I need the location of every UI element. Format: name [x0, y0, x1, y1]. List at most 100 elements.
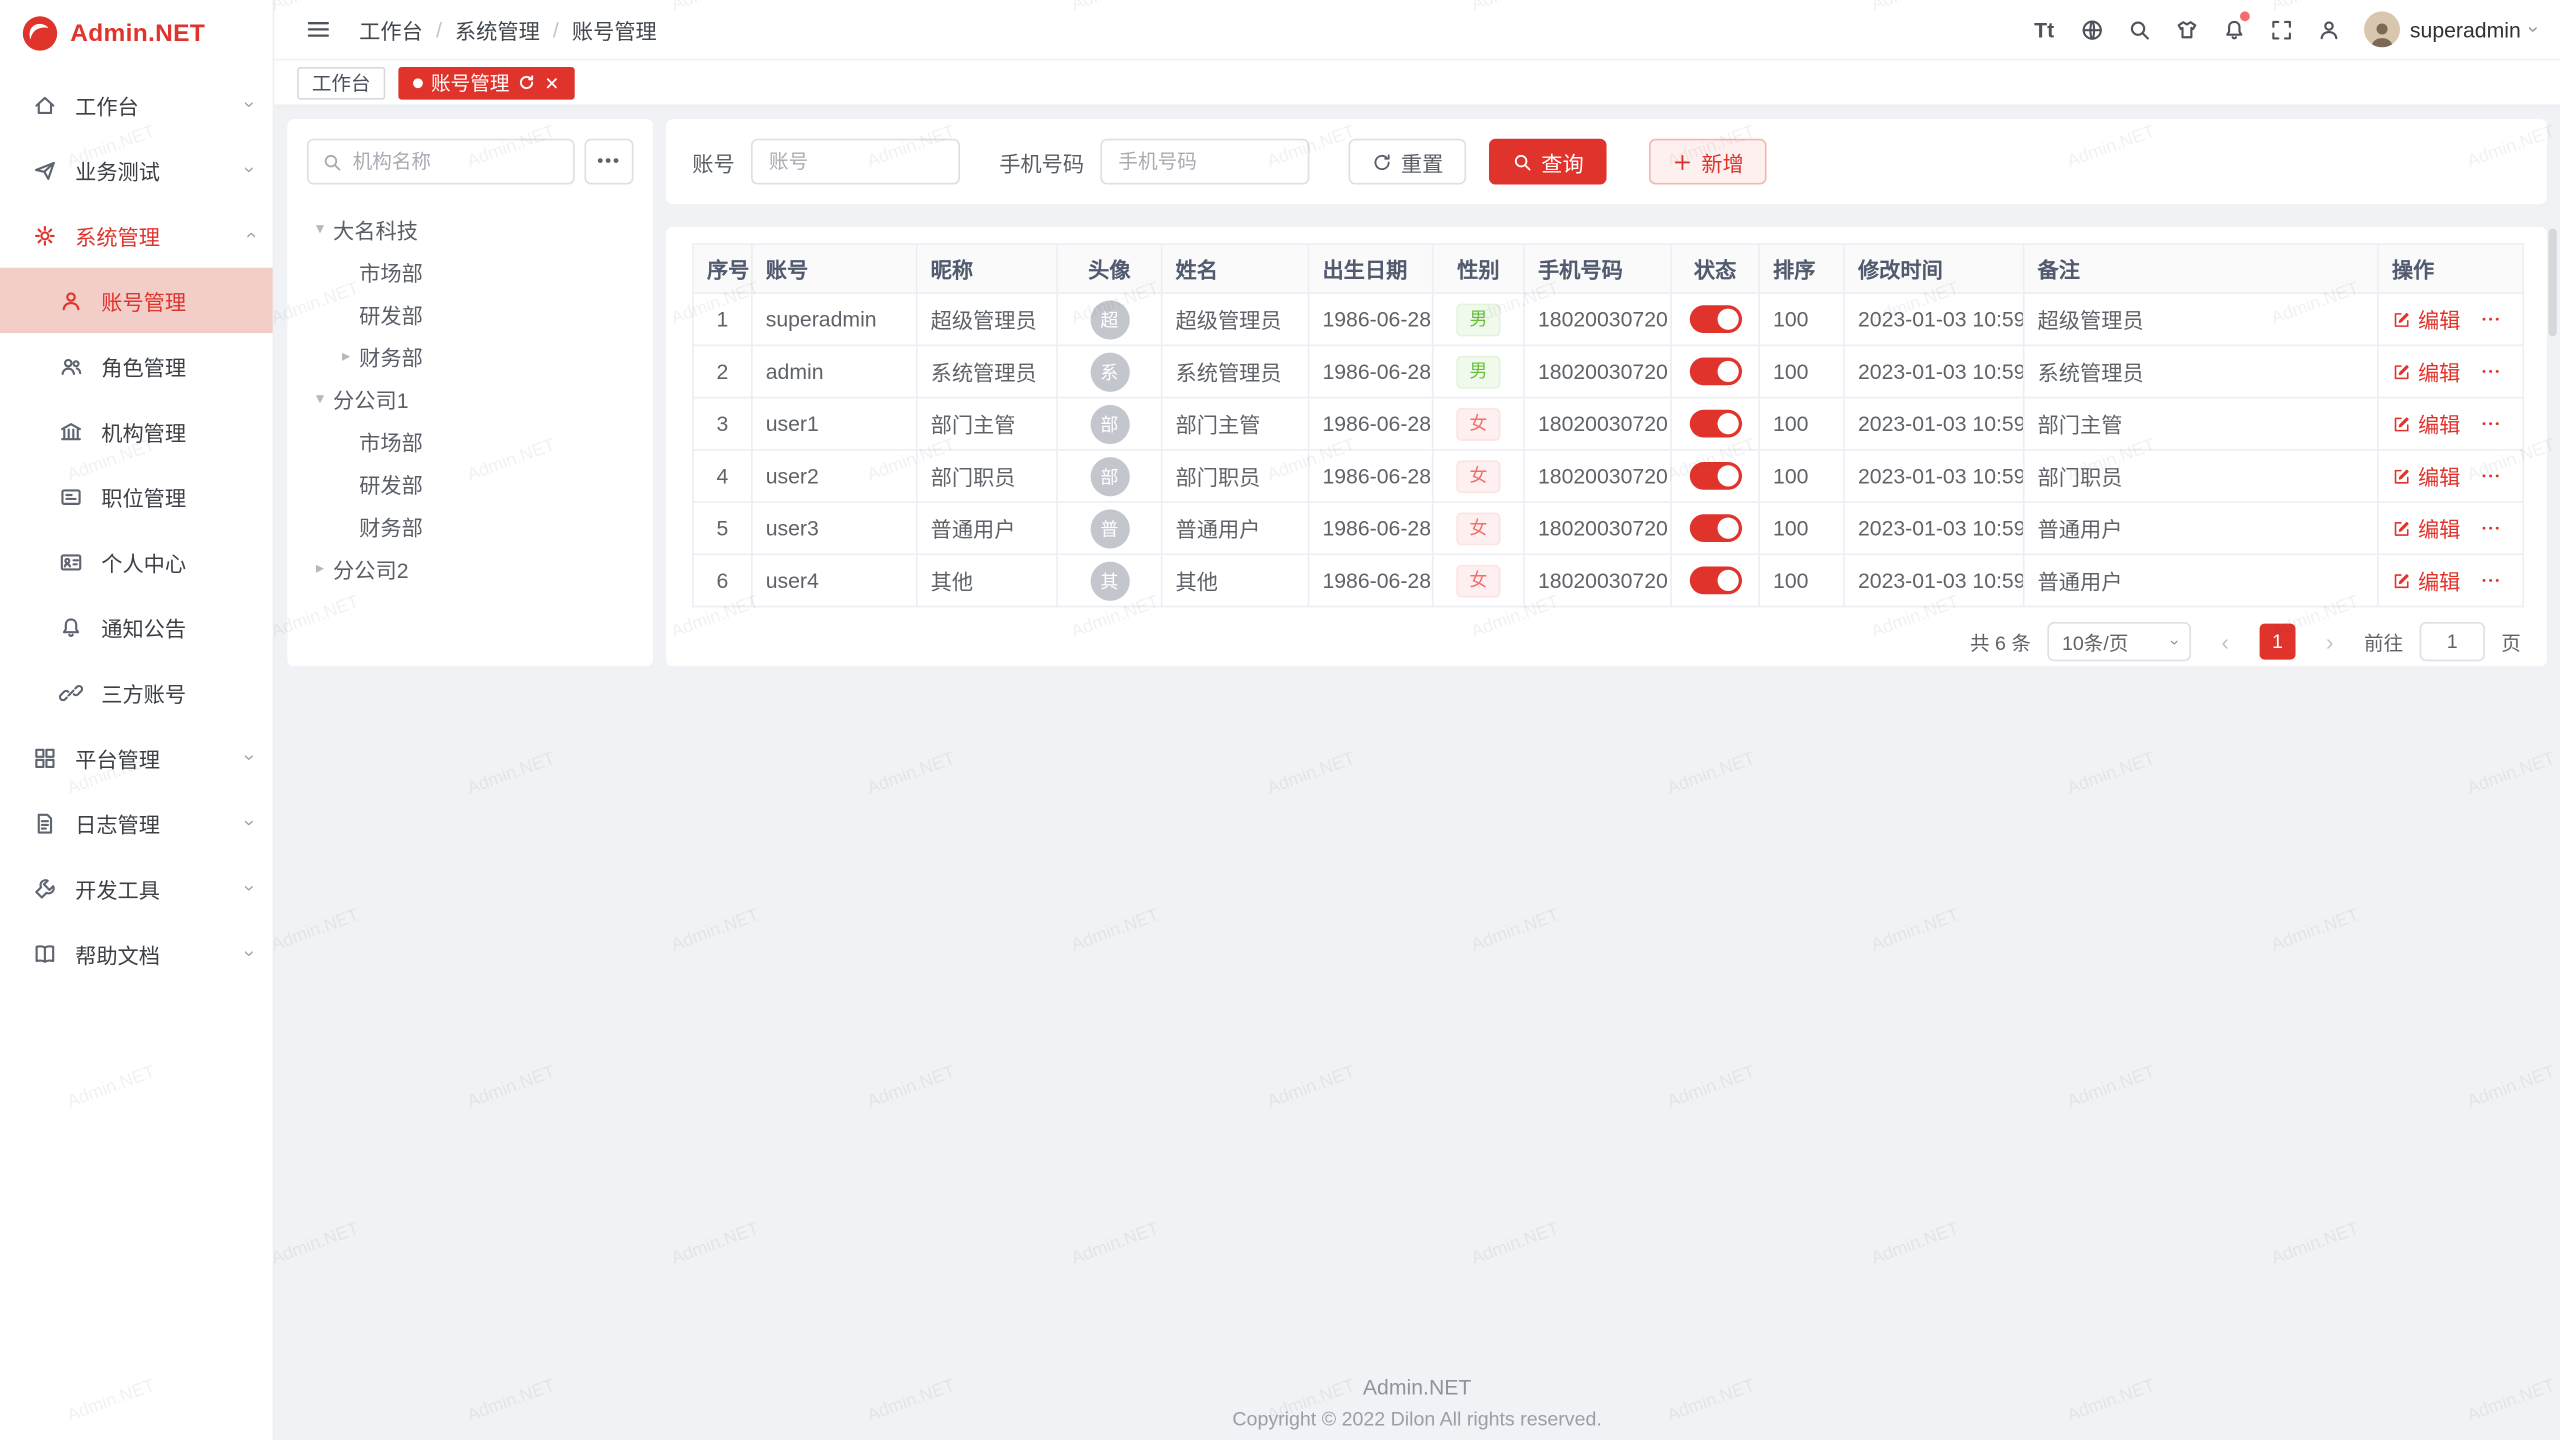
- status-toggle[interactable]: [1689, 305, 1741, 333]
- tab-active[interactable]: 账号管理: [398, 66, 574, 99]
- page-number-button[interactable]: 1: [2260, 624, 2296, 660]
- scrollbar-thumb[interactable]: [2549, 229, 2557, 337]
- query-button[interactable]: 查询: [1489, 139, 1607, 185]
- tree-item[interactable]: ▸分公司2: [307, 547, 634, 589]
- bell-icon[interactable]: [2212, 8, 2254, 50]
- cell-remark: 系统管理员: [2024, 345, 2378, 397]
- cell-gender: 男: [1433, 345, 1524, 397]
- sidebar-item-position-mgmt[interactable]: 职位管理: [0, 464, 273, 529]
- cell-ops: 编辑: [2378, 450, 2523, 502]
- sidebar-item-profile-center[interactable]: 个人中心: [0, 529, 273, 594]
- edit-button[interactable]: 编辑: [2392, 304, 2461, 335]
- status-toggle[interactable]: [1689, 410, 1741, 438]
- tree-item[interactable]: ▾分公司1: [307, 377, 634, 419]
- sidebar-item-workbench[interactable]: 工作台›: [0, 72, 273, 137]
- bell-icon: [59, 615, 87, 639]
- edit-button[interactable]: 编辑: [2392, 513, 2461, 544]
- tree-item[interactable]: ▾大名科技: [307, 207, 634, 249]
- tree-arrow-icon[interactable]: ▸: [333, 347, 359, 365]
- link-icon: [59, 680, 87, 704]
- sidebar-item-role-mgmt[interactable]: 角色管理: [0, 333, 273, 398]
- breadcrumb-item[interactable]: 工作台: [359, 14, 423, 45]
- skin-icon[interactable]: [2165, 8, 2207, 50]
- row-avatar: 部: [1090, 404, 1129, 443]
- sidebar-item-system-mgmt[interactable]: 系统管理›: [0, 202, 273, 267]
- sidebar-item-dev-tools[interactable]: 开发工具›: [0, 856, 273, 921]
- column-header: 序号: [693, 244, 752, 293]
- sidebar-item-third-account[interactable]: 三方账号: [0, 660, 273, 725]
- cell-nickname: 普通用户: [917, 502, 1057, 554]
- table-row[interactable]: 6user4其他其其他1986-06-28女180200307201002023…: [693, 554, 2523, 606]
- sidebar-item-platform-mgmt[interactable]: 平台管理›: [0, 725, 273, 790]
- status-toggle[interactable]: [1689, 462, 1741, 490]
- tree-item[interactable]: 研发部: [307, 462, 634, 504]
- tree-item[interactable]: 市场部: [307, 420, 634, 462]
- sidebar-item-label: 角色管理: [101, 350, 253, 381]
- org-more-button[interactable]: •••: [584, 139, 633, 185]
- edit-button[interactable]: 编辑: [2392, 356, 2461, 387]
- phone-filter-input[interactable]: [1100, 139, 1309, 185]
- tree-arrow-icon[interactable]: ▾: [307, 389, 333, 407]
- breadcrumb-separator: /: [436, 17, 442, 41]
- goto-page-input[interactable]: [2420, 622, 2485, 661]
- tree-item[interactable]: 财务部: [307, 504, 634, 546]
- globe-icon[interactable]: [2070, 8, 2112, 50]
- table-row[interactable]: 5user3普通用户普普通用户1986-06-28女18020030720100…: [693, 502, 2523, 554]
- row-more-button[interactable]: [2480, 464, 2501, 485]
- cell-no: 5: [693, 502, 752, 554]
- cell-phone: 18020030720: [1524, 293, 1671, 345]
- tab-item[interactable]: 工作台: [297, 66, 385, 99]
- fullscreen-icon[interactable]: [2260, 8, 2302, 50]
- breadcrumb-item[interactable]: 系统管理: [455, 14, 540, 45]
- status-toggle[interactable]: [1689, 567, 1741, 595]
- sidebar-item-log-mgmt[interactable]: 日志管理›: [0, 790, 273, 855]
- sidebar-item-account-mgmt[interactable]: 账号管理: [0, 268, 273, 333]
- user-icon[interactable]: [2307, 8, 2349, 50]
- org-search-input[interactable]: [353, 150, 560, 173]
- row-more-button[interactable]: [2480, 308, 2501, 329]
- edit-button[interactable]: 编辑: [2392, 408, 2461, 439]
- table-row[interactable]: 3user1部门主管部部门主管1986-06-28女18020030720100…: [693, 398, 2523, 450]
- tree-item[interactable]: 市场部: [307, 250, 634, 292]
- status-toggle[interactable]: [1689, 358, 1741, 386]
- row-more-button[interactable]: [2480, 360, 2501, 381]
- status-toggle[interactable]: [1689, 514, 1741, 542]
- account-filter-input[interactable]: [751, 139, 960, 185]
- prev-page-button[interactable]: ‹: [2207, 624, 2243, 660]
- table-row[interactable]: 4user2部门职员部部门职员1986-06-28女18020030720100…: [693, 450, 2523, 502]
- add-button[interactable]: 新增: [1649, 139, 1767, 185]
- user-menu[interactable]: superadmin ›: [2364, 11, 2537, 47]
- reset-button[interactable]: 重置: [1349, 139, 1467, 185]
- search-icon[interactable]: [2118, 8, 2160, 50]
- row-more-button[interactable]: [2480, 412, 2501, 433]
- page-size-select[interactable]: 10条/页 ›: [2047, 622, 2191, 661]
- footer: Admin.NET Copyright © 2022 Dilon All rig…: [274, 1375, 2560, 1431]
- sidebar-item-help-docs[interactable]: 帮助文档›: [0, 921, 273, 986]
- edit-button[interactable]: 编辑: [2392, 565, 2461, 596]
- sidebar-item-label: 职位管理: [101, 481, 253, 512]
- hamburger-icon[interactable]: [297, 8, 339, 50]
- cell-nickname: 系统管理员: [917, 345, 1057, 397]
- tree-item[interactable]: ▸财务部: [307, 335, 634, 377]
- row-more-button[interactable]: [2480, 517, 2501, 538]
- breadcrumb-item[interactable]: 账号管理: [572, 14, 657, 45]
- edit-button[interactable]: 编辑: [2392, 460, 2461, 491]
- row-more-button[interactable]: [2480, 569, 2501, 590]
- brand[interactable]: Admin.NET: [0, 0, 273, 65]
- cell-avatar: 超: [1057, 293, 1161, 345]
- sidebar-item-org-mgmt[interactable]: 机构管理: [0, 398, 273, 463]
- sidebar-item-business-test[interactable]: 业务测试›: [0, 137, 273, 202]
- tree-arrow-icon[interactable]: ▾: [307, 220, 333, 238]
- username: superadmin: [2410, 17, 2521, 41]
- tab-refresh-icon[interactable]: [518, 73, 536, 91]
- font-size-icon[interactable]: Tt: [2023, 8, 2065, 50]
- tab-close-icon[interactable]: [544, 74, 560, 90]
- tree-arrow-icon[interactable]: ▸: [307, 559, 333, 577]
- tree-item-label: 市场部: [359, 256, 423, 287]
- next-page-button[interactable]: ›: [2312, 624, 2348, 660]
- table-row[interactable]: 2admin系统管理员系系统管理员1986-06-28男180200307201…: [693, 345, 2523, 397]
- tree-item[interactable]: 研发部: [307, 292, 634, 334]
- sidebar-item-notice[interactable]: 通知公告: [0, 594, 273, 659]
- column-header: 备注: [2024, 244, 2378, 293]
- table-row[interactable]: 1superadmin超级管理员超超级管理员1986-06-28男1802003…: [693, 293, 2523, 345]
